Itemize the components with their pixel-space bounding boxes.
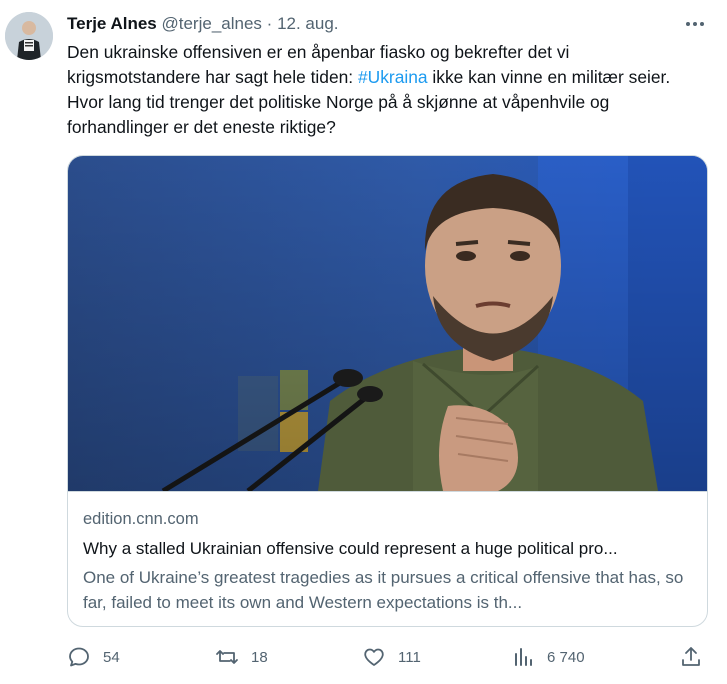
hashtag-link[interactable]: #Ukraina [358, 67, 428, 87]
tweet-date[interactable]: 12. aug. [277, 14, 338, 33]
card-info[interactable]: edition.cnn.com Why a stalled Ukrainian … [68, 491, 707, 626]
retweet-count: 18 [251, 648, 268, 666]
retweet-button[interactable]: 18 [215, 642, 268, 672]
avatar[interactable] [5, 12, 53, 60]
reply-count: 54 [103, 648, 120, 666]
author-name[interactable]: Terje Alnes [67, 14, 157, 33]
reply-icon [67, 645, 91, 669]
share-icon [679, 645, 703, 669]
like-icon [362, 645, 386, 669]
card-domain: edition.cnn.com [83, 510, 199, 528]
header-separator: · [266, 14, 273, 33]
like-count: 111 [398, 648, 421, 666]
more-icon[interactable] [683, 14, 707, 34]
tweet-actions: 54 18 111 6 740 [67, 642, 712, 672]
author-handle[interactable]: @terje_alnes [162, 14, 262, 33]
like-button[interactable]: 111 [362, 642, 421, 672]
tweet-text: Den ukrainske offensiven er en åpenbar f… [67, 40, 707, 140]
retweet-icon [215, 645, 239, 669]
card-title: Why a stalled Ukrainian offensive could … [83, 539, 618, 558]
reply-button[interactable]: 54 [67, 642, 120, 672]
link-card[interactable]: edition.cnn.com Why a stalled Ukrainian … [67, 155, 708, 627]
share-button[interactable] [679, 642, 703, 672]
views-button[interactable]: 6 740 [511, 642, 585, 672]
tweet-header: Terje Alnes @terje_alnes · 12. aug. [67, 13, 339, 35]
card-image[interactable] [68, 156, 707, 494]
views-icon [511, 645, 535, 669]
tweet: Terje Alnes @terje_alnes · 12. aug. Den … [0, 0, 727, 684]
card-description: One of Ukraine’s greatest tragedies as i… [83, 568, 684, 612]
views-count: 6 740 [547, 648, 585, 666]
